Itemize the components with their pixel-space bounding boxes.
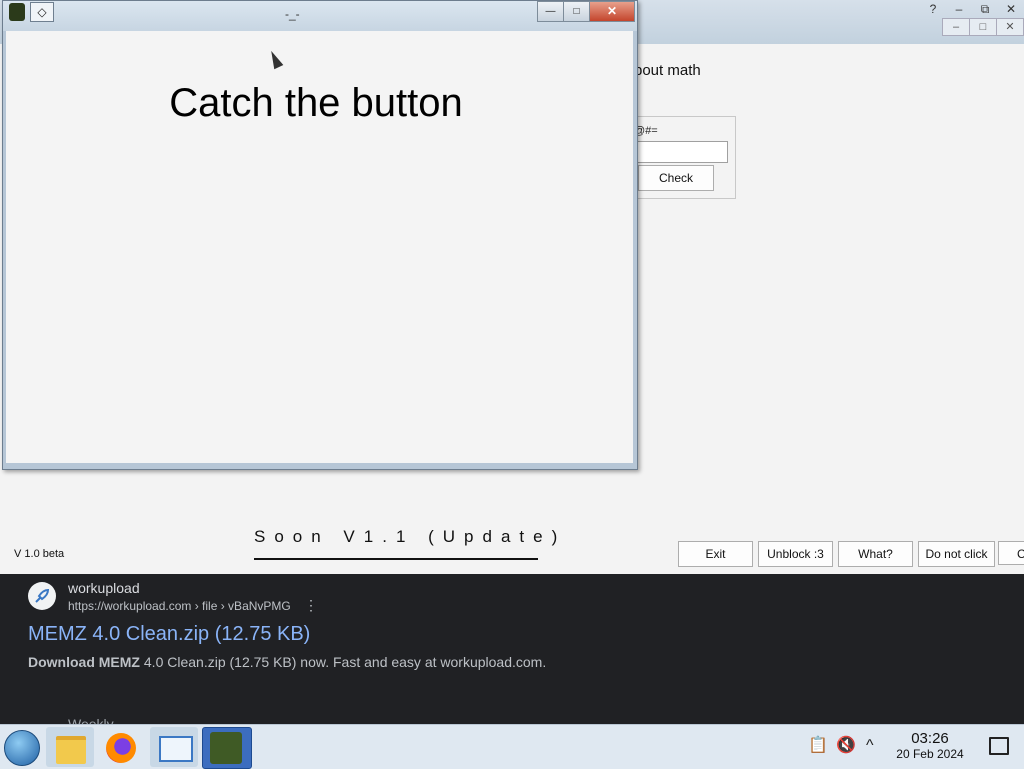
- taskbar-explorer-button[interactable]: [46, 727, 94, 767]
- snippet-text: 4.0 Clean.zip (12.75 KB) now. Fast and e…: [140, 654, 547, 670]
- taskbar-remote-desktop-button[interactable]: [150, 727, 198, 767]
- diamond-icon[interactable]: ◇: [30, 2, 54, 22]
- taskbar-firefox-button[interactable]: [98, 727, 146, 767]
- workupload-favicon: [28, 582, 56, 610]
- clock[interactable]: 03:26 20 Feb 2024: [880, 730, 980, 762]
- show-desktop-icon[interactable]: [989, 737, 1009, 755]
- version-label: V 1.0 beta: [14, 548, 65, 560]
- catch-dialog-window: ◇ -_- — □ ✕ Catch the button: [2, 0, 638, 470]
- prank-app-icon: [210, 732, 242, 764]
- remote-desktop-icon: [159, 736, 193, 762]
- close-button[interactable]: ✕: [589, 1, 635, 22]
- minimize-icon[interactable]: –: [946, 0, 972, 18]
- rocket-icon: [35, 588, 50, 603]
- dialog-client-area: Catch the button: [6, 31, 633, 463]
- exit-button[interactable]: Exit: [678, 541, 753, 567]
- check-button[interactable]: Check: [638, 165, 714, 191]
- chevron-up-icon[interactable]: ^: [866, 737, 874, 755]
- result-site-name[interactable]: workupload: [68, 580, 140, 596]
- help-icon[interactable]: ?: [920, 0, 946, 18]
- search-results-area: [0, 570, 1024, 724]
- dialog-titlebar[interactable]: ◇ -_- — □ ✕: [3, 1, 637, 31]
- clipboard-icon[interactable]: 📋: [808, 735, 828, 755]
- result-title-link[interactable]: MEMZ 4.0 Clean.zip (12.75 KB): [28, 623, 310, 646]
- what-button[interactable]: What?: [838, 541, 913, 567]
- taskbar: 📋 🔇 ^ 03:26 20 Feb 2024: [0, 724, 1024, 769]
- clock-time: 03:26: [911, 730, 949, 747]
- inner-maximize-icon[interactable]: □: [969, 18, 997, 36]
- close-icon[interactable]: ✕: [998, 0, 1024, 18]
- snippet-bold: Download MEMZ: [28, 654, 140, 670]
- result-snippet: Download MEMZ 4.0 Clean.zip (12.75 KB) n…: [28, 654, 546, 670]
- inner-minimize-icon[interactable]: –: [942, 18, 970, 36]
- restore-icon[interactable]: ⧉: [972, 0, 998, 18]
- minimize-button[interactable]: —: [537, 1, 564, 22]
- next-result-site[interactable]: Weekly: [68, 716, 114, 724]
- answer-input[interactable]: [634, 141, 728, 163]
- folder-icon: [56, 736, 86, 764]
- maximize-button[interactable]: □: [563, 1, 590, 22]
- result-menu-icon[interactable]: ⋮: [304, 598, 318, 612]
- mouse-cursor-icon: [266, 48, 284, 70]
- volume-muted-icon[interactable]: 🔇: [836, 735, 856, 755]
- taskbar-prank-app-button[interactable]: [202, 727, 252, 769]
- dialog-title: -_-: [285, 7, 300, 21]
- soon-update-label: Soon V1.1 (Update): [254, 527, 567, 546]
- firefox-icon: [106, 733, 136, 763]
- start-orb-icon[interactable]: [4, 730, 40, 766]
- clipped-button[interactable]: C: [998, 541, 1024, 565]
- clock-date: 20 Feb 2024: [896, 747, 964, 761]
- soon-underline: [254, 558, 538, 560]
- unblock-button[interactable]: Unblock :3: [758, 541, 833, 567]
- do-not-click-button[interactable]: Do not click: [918, 541, 995, 567]
- about-math-label: bout math: [634, 62, 701, 79]
- catch-heading: Catch the button: [169, 81, 463, 125]
- app-icon: [9, 3, 25, 21]
- result-url[interactable]: https://workupload.com › file › vBaNvPMG: [68, 599, 291, 613]
- inner-close-icon[interactable]: ✕: [996, 18, 1024, 36]
